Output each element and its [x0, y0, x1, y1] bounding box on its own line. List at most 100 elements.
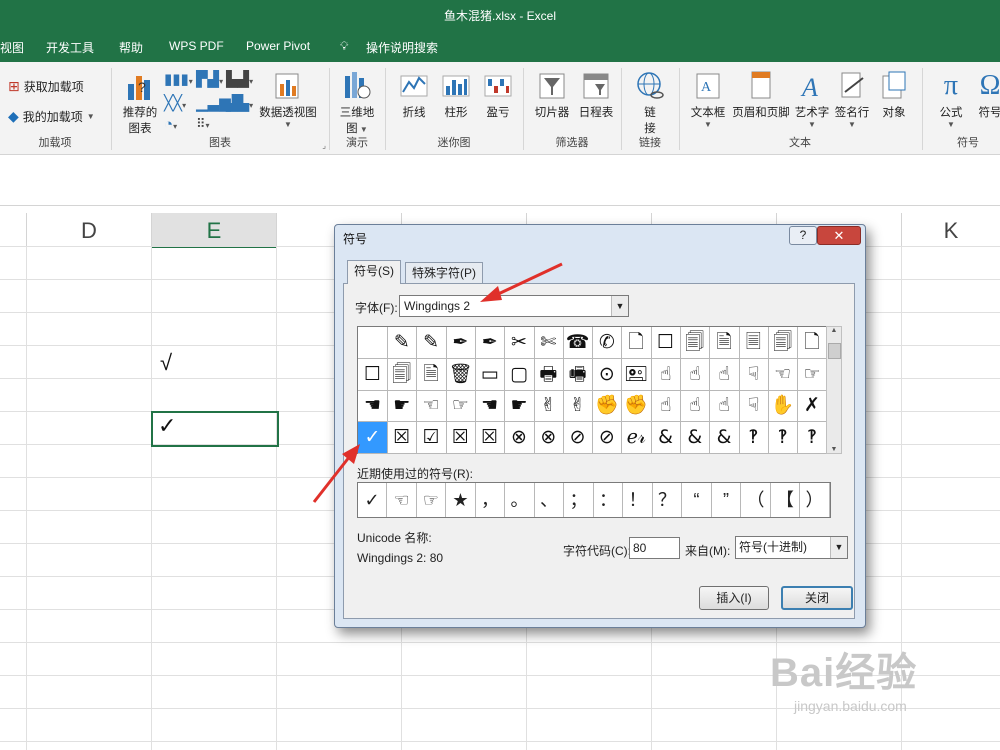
- symbol-cell[interactable]: &: [651, 421, 681, 454]
- symbol-cell[interactable]: 🗐: [387, 358, 418, 391]
- symbol-cell[interactable]: ✆: [592, 327, 623, 359]
- recent-symbol-cell[interactable]: ✓: [358, 483, 387, 517]
- symbol-cell[interactable]: ⊙: [592, 358, 623, 391]
- symbol-cell[interactable]: ✌: [533, 390, 564, 422]
- symbol-cell[interactable]: ▢: [504, 358, 535, 391]
- symbol-cell[interactable]: ☟: [738, 390, 769, 422]
- symbol-cell[interactable]: 🖭: [621, 358, 652, 391]
- cell-e6[interactable]: ✓: [158, 413, 176, 439]
- recommended-charts-button[interactable]: ? 推荐的 图表: [120, 70, 160, 136]
- symbol-cell[interactable]: ☝: [709, 390, 740, 422]
- column-header-e[interactable]: E: [152, 213, 277, 248]
- header-footer-button[interactable]: 页眉和页脚: [730, 70, 792, 120]
- symbol-cell[interactable]: ✋: [768, 390, 799, 422]
- symbol-cell[interactable]: ⊗: [504, 421, 535, 454]
- symbol-cell[interactable]: ✎: [416, 327, 447, 359]
- recent-symbol-cell[interactable]: ！: [624, 483, 653, 517]
- menu-developer[interactable]: 开发工具: [46, 39, 94, 56]
- tab-special-characters[interactable]: 特殊字符(P): [405, 262, 483, 284]
- scroll-down-icon[interactable]: ▼: [827, 446, 841, 453]
- chevron-down-icon[interactable]: ▼: [611, 296, 628, 316]
- pivot-chart-button[interactable]: 数据透视图 ▼: [256, 70, 320, 129]
- column-header-c[interactable]: [0, 213, 27, 246]
- symbol-cell[interactable]: ▭: [475, 358, 506, 391]
- menu-wps-pdf[interactable]: WPS PDF: [169, 39, 224, 53]
- recent-symbol-cell[interactable]: ）: [801, 483, 830, 517]
- symbol-cell[interactable]: ☝: [651, 358, 681, 391]
- recent-symbol-cell[interactable]: ：: [594, 483, 623, 517]
- symbol-cell[interactable]: ⊗: [533, 421, 564, 454]
- symbol-cell[interactable]: 🗎: [416, 358, 447, 391]
- symbol-cell[interactable]: ☑: [416, 421, 447, 454]
- symbol-button[interactable]: Ω 符号: [973, 70, 1000, 120]
- close-button[interactable]: 关闭: [781, 586, 853, 610]
- symbol-cell[interactable]: ✗: [797, 390, 828, 422]
- font-select[interactable]: Wingdings 2 ▼: [399, 295, 629, 317]
- column-header-k[interactable]: K: [902, 213, 1000, 246]
- line-chart-button[interactable]: ╳╳▾: [164, 94, 186, 112]
- symbol-cell[interactable]: ✌: [563, 390, 594, 422]
- symbol-cell[interactable]: ☎: [563, 327, 594, 359]
- waterfall-chart-button[interactable]: ▙▟▾: [226, 70, 253, 88]
- symbol-cell[interactable]: ✊: [621, 390, 652, 422]
- 3d-map-button[interactable]: 三维地 图 ▼: [336, 70, 378, 136]
- recent-symbol-cell[interactable]: 【: [771, 483, 800, 517]
- symbol-cell[interactable]: 🗏: [738, 327, 769, 359]
- recent-symbols[interactable]: ✓ ☜ ☞ ★，。、；：！？ “” （【）: [357, 482, 831, 518]
- symbol-cell[interactable]: 🗋: [797, 327, 828, 359]
- scroll-up-icon[interactable]: ▲: [827, 327, 841, 334]
- timeline-button[interactable]: 日程表: [574, 70, 618, 120]
- symbol-cell[interactable]: 🗎: [709, 327, 740, 359]
- pie-chart-button[interactable]: ◔▾: [164, 116, 177, 133]
- symbol-cell[interactable]: ☞: [445, 390, 476, 422]
- symbol-cell[interactable]: ⊘: [563, 421, 594, 454]
- symbol-cell[interactable]: ☛: [504, 390, 535, 422]
- help-button[interactable]: ?: [789, 226, 817, 245]
- sparkline-line-button[interactable]: 折线: [394, 70, 434, 120]
- close-icon[interactable]: ✕: [817, 226, 861, 245]
- symbol-cell[interactable]: ‽: [797, 421, 828, 454]
- symbol-cell[interactable]: ☝: [680, 358, 711, 391]
- selected-symbol-cell[interactable]: ✓: [358, 421, 388, 454]
- slicer-button[interactable]: 切片器: [530, 70, 574, 120]
- chevron-down-icon[interactable]: ▼: [830, 537, 847, 558]
- symbol-cell[interactable]: ☝: [680, 390, 711, 422]
- symbol-cell[interactable]: 🗐: [768, 327, 799, 359]
- symbol-cell[interactable]: ⊘: [592, 421, 623, 454]
- textbox-button[interactable]: A 文本框 ▼: [684, 70, 732, 129]
- link-button[interactable]: 链 接: [630, 70, 670, 136]
- symbol-cell[interactable]: ✊: [592, 390, 623, 422]
- insert-button[interactable]: 插入(I): [699, 586, 769, 610]
- recent-symbol-cell[interactable]: ，: [476, 483, 505, 517]
- symbol-cell[interactable]: ‽: [768, 421, 799, 454]
- symbol-cell[interactable]: ‽: [738, 421, 769, 454]
- symbol-cell[interactable]: ✄: [533, 327, 564, 359]
- recent-symbol-cell[interactable]: 。: [506, 483, 535, 517]
- recent-symbol-cell[interactable]: ☜: [388, 483, 417, 517]
- menu-power-pivot[interactable]: Power Pivot: [246, 39, 310, 53]
- symbol-cell[interactable]: 🖶: [533, 358, 564, 391]
- symbol-cell[interactable]: ☜: [416, 390, 447, 422]
- menu-view[interactable]: 视图: [0, 39, 24, 56]
- scatter-chart-button[interactable]: ⠿▾: [196, 116, 210, 132]
- symbol-cell[interactable]: [358, 327, 388, 359]
- symbol-cell[interactable]: 🗋: [621, 327, 652, 359]
- symbol-cell[interactable]: ☜: [768, 358, 799, 391]
- recent-symbol-cell[interactable]: 、: [535, 483, 564, 517]
- signature-line-button[interactable]: 签名行 ▼: [832, 70, 872, 129]
- symbol-cell[interactable]: ☒: [445, 421, 476, 454]
- get-addins-button[interactable]: ⊞ 获取加载项: [8, 78, 84, 95]
- from-select[interactable]: 符号(十进制) ▼: [735, 536, 848, 559]
- symbol-cell[interactable]: 🗑: [445, 358, 476, 391]
- symbol-cell[interactable]: ✒: [445, 327, 476, 359]
- scrollbar[interactable]: ▲ ▼: [826, 326, 842, 454]
- symbol-cell[interactable]: ☚: [358, 390, 388, 422]
- recent-symbol-cell[interactable]: ★: [447, 483, 476, 517]
- sparkline-column-button[interactable]: 柱形: [436, 70, 476, 120]
- tell-me-search[interactable]: 操作说明搜索: [366, 39, 438, 56]
- menu-help[interactable]: 帮助: [119, 39, 143, 56]
- symbol-cell[interactable]: ☝: [651, 390, 681, 422]
- symbol-cell[interactable]: ☒: [475, 421, 506, 454]
- scrollbar-thumb[interactable]: [828, 343, 841, 359]
- symbol-cell[interactable]: ℯ𝓇: [621, 421, 652, 454]
